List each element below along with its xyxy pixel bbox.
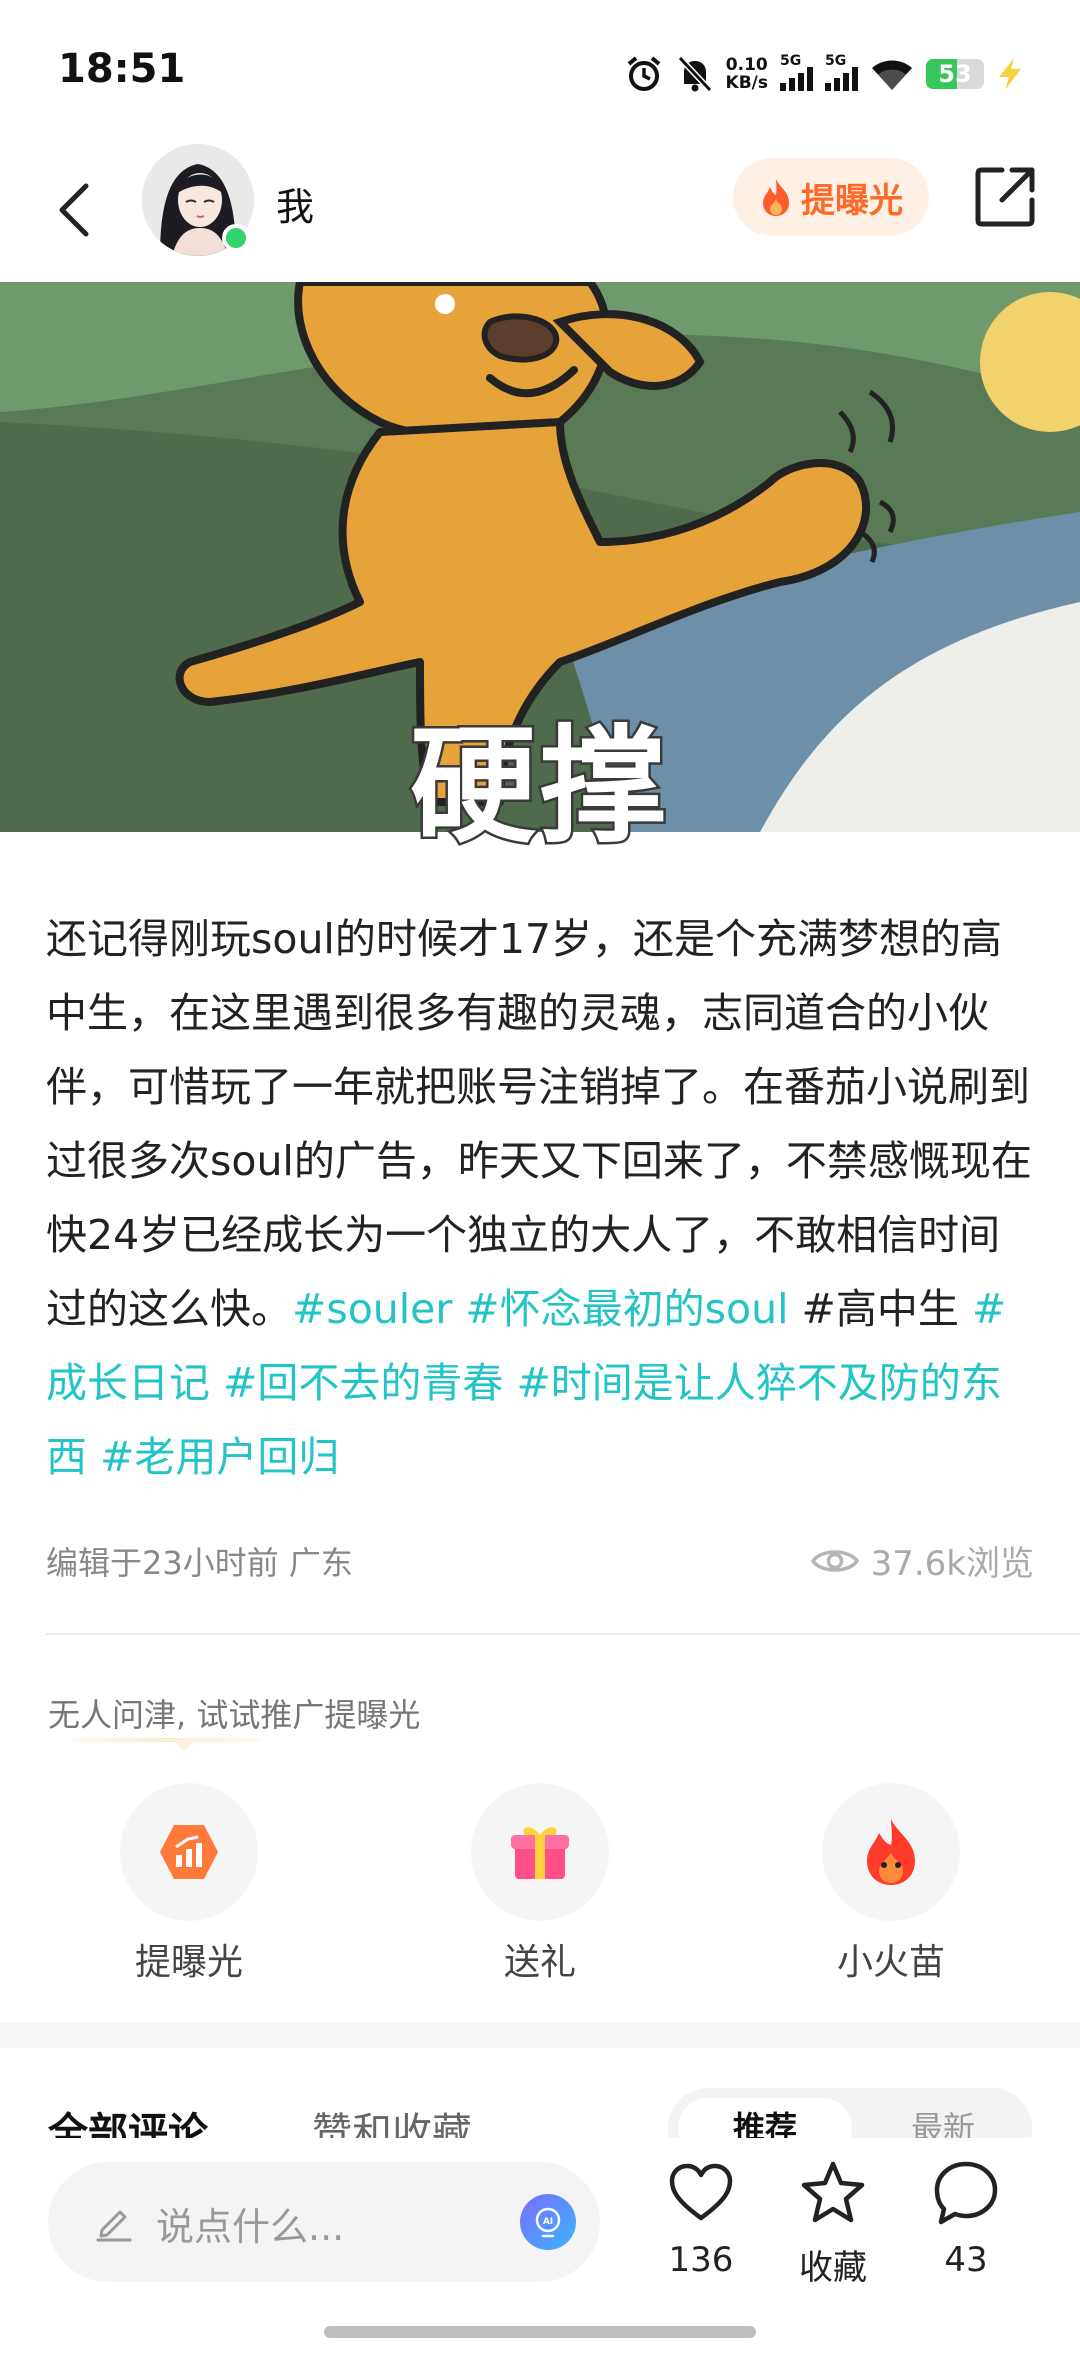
share-icon xyxy=(975,167,1035,227)
collect-label: 收藏 xyxy=(799,2248,867,2288)
section-gap xyxy=(0,2022,1080,2048)
bottom-bar: 说点什么... AI 136 收藏 43 xyxy=(0,2138,1080,2358)
tab-likes-collections[interactable]: 赞和收藏 xyxy=(312,2100,472,2138)
net-speed: 0.10 KB/s xyxy=(725,55,768,93)
like-count: 136 xyxy=(668,2240,734,2280)
status-icons: 0.10 KB/s 5G 5G 53 xyxy=(624,52,1024,96)
post-body: 还记得刚玩soul的时候才17岁，还是个充满梦想的高中生，在这里遇到很多有趣的灵… xyxy=(46,902,1036,1494)
comment-tabs: 全部评论 赞和收藏 推荐 最新 xyxy=(0,2048,1080,2138)
comment-input-placeholder: 说点什么... xyxy=(156,2205,345,2249)
post-header: 我 提曝光 xyxy=(0,140,1080,282)
promo-hint-underline xyxy=(70,1738,262,1742)
svg-text:AI: AI xyxy=(543,2217,553,2227)
share-button[interactable] xyxy=(972,164,1038,230)
star-icon xyxy=(801,2161,865,2223)
edit-time-location: 编辑于23小时前 广东 xyxy=(46,1544,353,1582)
ai-assist-icon[interactable]: AI xyxy=(520,2194,576,2250)
back-button[interactable] xyxy=(46,170,102,250)
action-boost-circle[interactable] xyxy=(120,1783,258,1921)
comment-input[interactable]: 说点什么... AI xyxy=(48,2162,600,2282)
mute-icon xyxy=(676,54,714,94)
divider xyxy=(46,1633,1080,1635)
hashtag-link[interactable]: #souler xyxy=(292,1285,465,1333)
boost-button[interactable]: 提曝光 xyxy=(733,158,929,236)
promo-hint: 无人问津, 试试推广提曝光 xyxy=(48,1696,421,1734)
eye-icon xyxy=(810,1549,859,1572)
status-time: 18:51 xyxy=(58,46,186,92)
action-fire[interactable]: 小火苗 xyxy=(791,1783,991,1985)
author-name[interactable]: 我 xyxy=(276,176,314,231)
gift-icon xyxy=(511,1827,569,1879)
post-meta: 编辑于23小时前 广东 37.6k浏览 xyxy=(46,1532,1034,1588)
flame-icon xyxy=(763,179,789,216)
status-bar: 18:51 0.10 KB/s 5G 5G 53 xyxy=(0,0,1080,140)
action-gift-label: 送礼 xyxy=(503,1942,576,1983)
charging-icon xyxy=(996,57,1024,91)
back-icon xyxy=(59,183,89,237)
like-button[interactable]: 136 xyxy=(646,2158,756,2280)
hashtag-link[interactable]: #高中生 xyxy=(802,1285,972,1333)
action-fire-circle[interactable] xyxy=(822,1783,960,1921)
heart-icon xyxy=(669,2163,733,2221)
sort-toggle: 推荐 最新 xyxy=(668,2088,1032,2138)
post-text: 还记得刚玩soul的时候才17岁，还是个充满梦想的高中生，在这里遇到很多有趣的灵… xyxy=(46,915,1032,1333)
battery-icon: 53 xyxy=(926,59,984,89)
tab-all-comments[interactable]: 全部评论 xyxy=(48,2100,208,2138)
signal-icon: 5G xyxy=(825,53,858,91)
home-indicator xyxy=(324,2326,756,2338)
action-fire-label: 小火苗 xyxy=(836,1942,945,1983)
action-boost[interactable]: 提曝光 xyxy=(89,1783,289,1985)
action-gift-circle[interactable] xyxy=(471,1783,609,1921)
image-caption-text: 硬撑 xyxy=(408,711,670,863)
wifi-icon xyxy=(870,56,914,92)
boost-chart-icon xyxy=(160,1825,218,1879)
comment-bubble-icon xyxy=(934,2161,998,2225)
pencil-icon xyxy=(96,2210,132,2242)
comment-button[interactable]: 43 xyxy=(911,2158,1021,2280)
alarm-icon xyxy=(624,54,664,94)
sort-latest[interactable]: 最新 xyxy=(868,2098,1018,2138)
promo-hint-caret xyxy=(174,1740,194,1752)
fire-mascot-icon xyxy=(867,1819,915,1885)
signal-icon: 5G xyxy=(780,53,813,91)
online-status-dot xyxy=(222,224,250,252)
hashtag-link[interactable]: #回不去的青春 xyxy=(223,1359,516,1407)
action-gift[interactable]: 送礼 xyxy=(440,1783,640,1985)
action-boost-label: 提曝光 xyxy=(134,1942,243,1983)
view-count: 37.6k浏览 xyxy=(810,1536,1034,1585)
collect-button[interactable]: 收藏 xyxy=(778,2158,888,2289)
hashtag-link[interactable]: #怀念最初的soul xyxy=(465,1285,801,1333)
comment-count: 43 xyxy=(944,2240,988,2280)
hashtag-link[interactable]: #老用户回归 xyxy=(100,1433,339,1481)
sort-recommended[interactable]: 推荐 xyxy=(678,2098,852,2138)
